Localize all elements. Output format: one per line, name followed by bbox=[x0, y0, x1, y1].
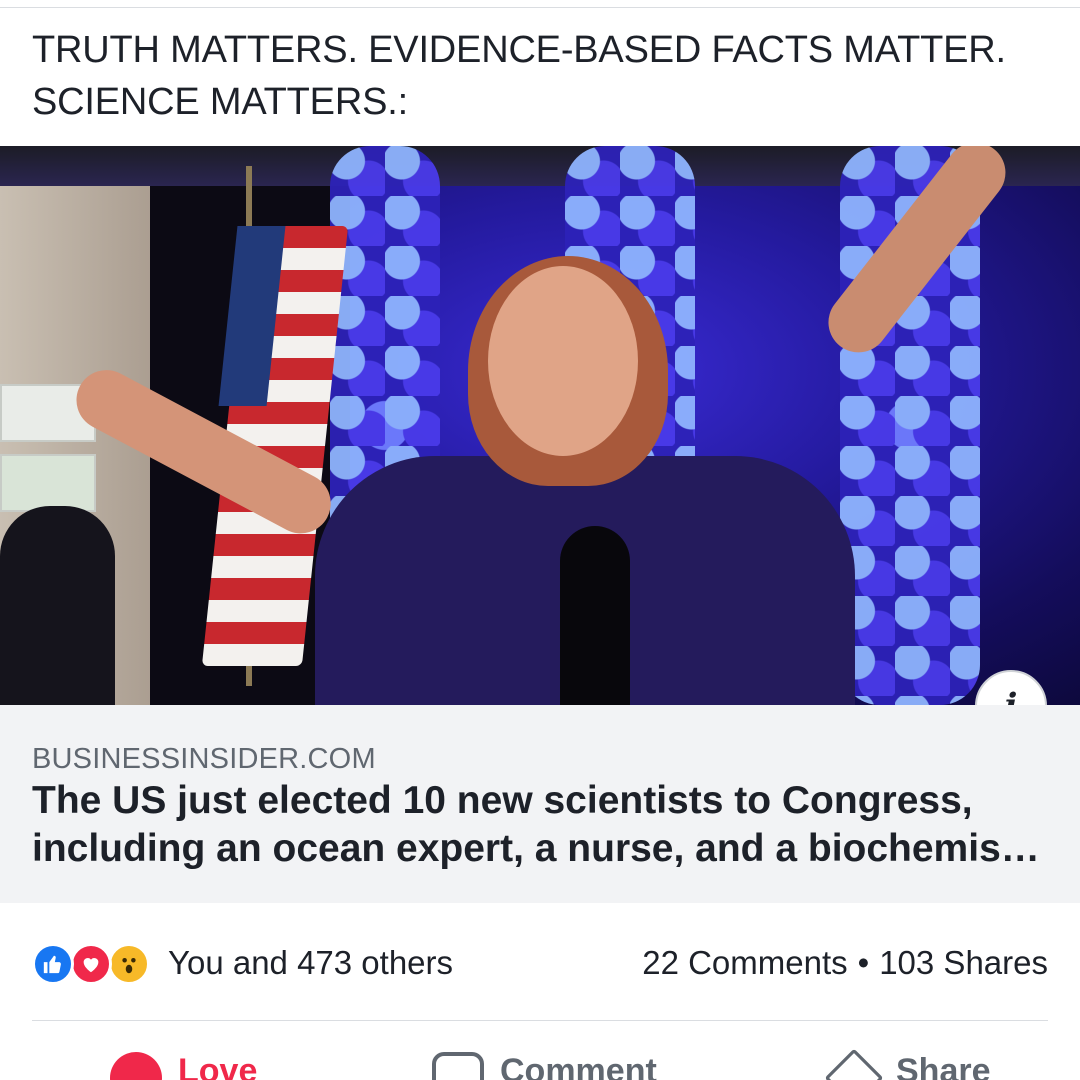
actions-divider bbox=[32, 1020, 1048, 1021]
image-person-face bbox=[488, 266, 638, 456]
heart-icon bbox=[110, 1052, 162, 1080]
reactions-row: You and 473 others 22 Comments • 103 Share… bbox=[32, 938, 1048, 990]
post-text: TRUTH MATTERS. EVIDENCE-BASED FACTS MATT… bbox=[32, 29, 1006, 123]
love-button[interactable]: Love bbox=[110, 1052, 257, 1080]
image-photographer bbox=[0, 506, 115, 705]
reaction-icons[interactable] bbox=[32, 943, 162, 987]
image-banner bbox=[0, 454, 96, 512]
link-preview-image[interactable] bbox=[0, 146, 1080, 705]
share-icon bbox=[824, 1048, 884, 1080]
separator-dot: • bbox=[857, 944, 870, 981]
love-icon bbox=[70, 943, 112, 985]
link-domain: BUSINESSINSIDER.COM bbox=[32, 743, 376, 775]
comment-icon bbox=[432, 1052, 484, 1080]
like-icon bbox=[32, 943, 74, 985]
action-bar: Love Comment Share bbox=[0, 1040, 1080, 1080]
comment-label: Comment bbox=[500, 1052, 657, 1080]
link-meta[interactable]: BUSINESSINSIDER.COM The US just elected … bbox=[0, 705, 1080, 903]
comment-button[interactable]: Comment bbox=[432, 1052, 657, 1080]
engagement-counts: 22 Comments • 103 Shares bbox=[642, 944, 1048, 982]
share-label: Share bbox=[896, 1052, 991, 1080]
image-microphone bbox=[560, 526, 630, 705]
comments-count[interactable]: 22 Comments bbox=[642, 944, 847, 981]
top-divider bbox=[0, 0, 1080, 8]
shares-count[interactable]: 103 Shares bbox=[879, 944, 1048, 981]
wow-icon bbox=[108, 943, 150, 985]
love-label: Love bbox=[178, 1052, 258, 1080]
reaction-summary[interactable]: You and 473 others bbox=[168, 944, 453, 982]
link-title[interactable]: The US just elected 10 new scientists to… bbox=[32, 777, 1052, 873]
share-button[interactable]: Share bbox=[824, 1048, 991, 1080]
